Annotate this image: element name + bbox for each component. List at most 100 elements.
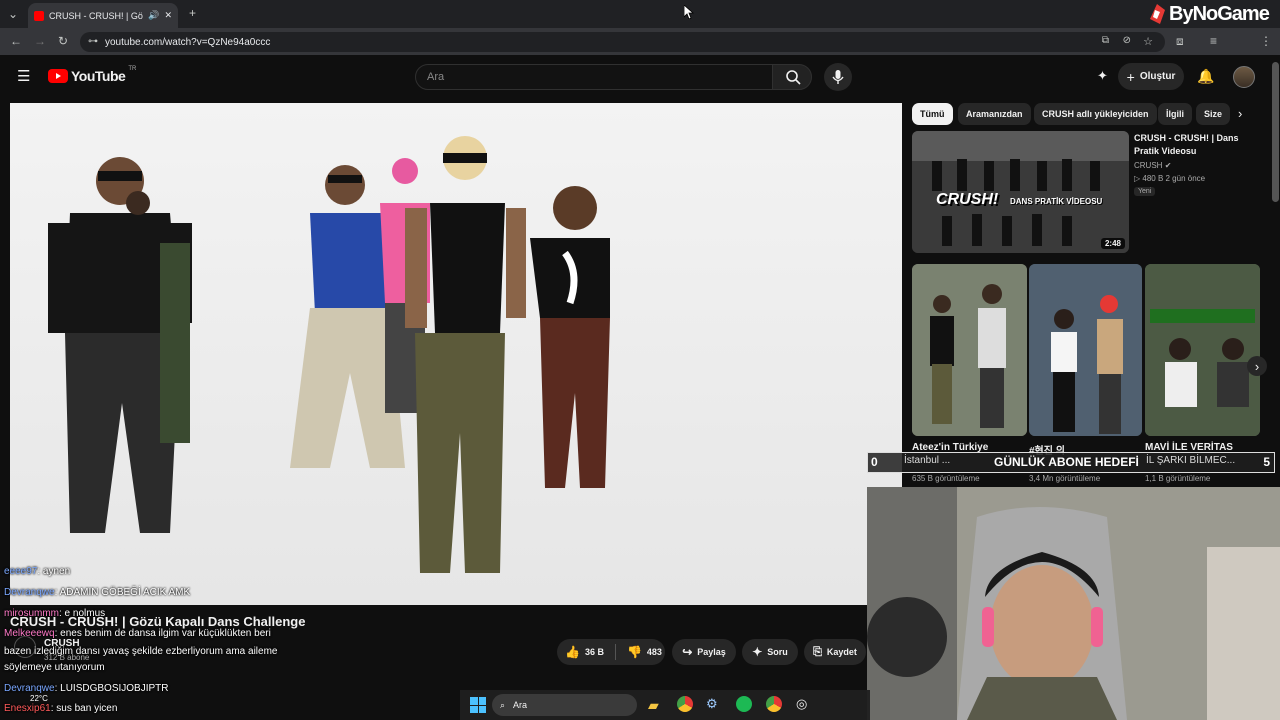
tab-close-icon[interactable]: ✕ bbox=[164, 10, 172, 21]
video-player[interactable] bbox=[10, 103, 902, 605]
notifications-bell-icon[interactable]: 🔔 bbox=[1197, 68, 1214, 85]
eye-off-icon[interactable]: ⊘ bbox=[1123, 35, 1131, 46]
chip-from-search[interactable]: Aramanızdan bbox=[958, 103, 1031, 125]
share-arrow-icon: ↪ bbox=[682, 645, 693, 659]
recommended-title-line2[interactable]: Pratik Videosu bbox=[1134, 146, 1196, 156]
short-thumbnail-3[interactable] bbox=[1145, 264, 1260, 436]
page-scrollbar[interactable] bbox=[1272, 62, 1279, 202]
hamburger-menu-icon[interactable]: ☰ bbox=[17, 69, 30, 84]
recommended-stats-text: 480 B 2 gün önce bbox=[1142, 174, 1206, 183]
chat-text: bazen izlediğim dansı yavaş şekilde ezbe… bbox=[4, 646, 278, 657]
ask-ai-icon[interactable]: ✦ bbox=[1097, 68, 1108, 84]
new-tab-icon[interactable]: + bbox=[189, 7, 196, 19]
chrome-icon[interactable] bbox=[677, 696, 693, 712]
spotify-icon[interactable] bbox=[736, 696, 752, 712]
chat-username: Devranqwe bbox=[4, 587, 55, 598]
search-icon: ⌕ bbox=[500, 699, 506, 710]
chips-next-chevron-icon[interactable]: › bbox=[1238, 106, 1242, 121]
chip-from-uploader[interactable]: CRUSH adlı yükleyiciden bbox=[1034, 103, 1157, 125]
tab-search-chevron-icon[interactable]: ⌄ bbox=[8, 8, 18, 20]
recommended-video-thumbnail[interactable]: CRUSH! DANS PRATİK VİDEOSU 2:48 bbox=[912, 131, 1129, 253]
youtube-play-logo-icon bbox=[48, 69, 68, 83]
short-views-3: 1,1 B görüntüleme bbox=[1145, 474, 1211, 483]
video-frame-dancers bbox=[10, 103, 902, 605]
windows-start-icon[interactable] bbox=[470, 697, 486, 713]
thumbnail-caption-big: CRUSH! bbox=[936, 191, 999, 208]
sparkle-icon: ✦ bbox=[752, 645, 763, 659]
youtube-logo[interactable]: YouTube TR bbox=[48, 66, 136, 84]
url-bar[interactable]: ⊶ youtube.com/watch?v=QzNe94a0ccc ☆ ⊘ ⧉ bbox=[80, 32, 1165, 52]
chat-text: : enes benim de dansa ilgim var küçüklük… bbox=[54, 628, 271, 639]
youtube-favicon-icon bbox=[34, 10, 44, 21]
back-icon[interactable]: ← bbox=[10, 35, 22, 47]
dislike-button[interactable]: 👎 483 bbox=[627, 645, 662, 659]
bookmark-icon: ⎘ bbox=[813, 645, 822, 658]
dislike-count: 483 bbox=[646, 647, 662, 657]
chip-all[interactable]: Tümü bbox=[912, 103, 953, 125]
chat-message: Devranqwe: ADAMIN GÖBEĞİ ACIK AMK bbox=[4, 587, 190, 598]
chat-message-continued: söylemeye utanıyorum bbox=[4, 662, 105, 673]
share-button[interactable]: ↪ Paylaş bbox=[672, 639, 736, 665]
video-title: CRUSH - CRUSH! | Gözü Kapalı Dans Challe… bbox=[10, 614, 306, 629]
subscriber-goal-bar: 0 İstanbul ... GÜNLÜK ABONE HEDEFİ İL ŞA… bbox=[867, 452, 1275, 473]
weather-widget[interactable]: 22°C bbox=[30, 694, 48, 703]
browser-tab[interactable]: CRUSH - CRUSH! | Gözü Ka 🔊 ✕ bbox=[28, 3, 178, 28]
short-sub-3: İL ŞARKI BİLMEC... bbox=[1146, 455, 1236, 466]
taskbar-search[interactable]: ⌕ Ara bbox=[492, 694, 637, 716]
watermark-text: ByNoGame bbox=[1169, 2, 1270, 25]
url-text: youtube.com/watch?v=QzNe94a0ccc bbox=[105, 36, 271, 48]
tab-title: CRUSH - CRUSH! | Gözü Ka bbox=[49, 10, 143, 21]
extensions-icon[interactable]: ⧈ bbox=[1176, 35, 1184, 47]
save-button[interactable]: ⎘ Kaydet bbox=[804, 639, 866, 665]
video-duration: 2:48 bbox=[1100, 238, 1125, 249]
chat-message-continued: bazen izlediğim dansı yavaş şekilde ezbe… bbox=[4, 646, 277, 657]
obs-icon[interactable]: ◎ bbox=[796, 696, 807, 712]
menu-kebab-icon[interactable]: ⋮ bbox=[1260, 35, 1272, 47]
share-label: Paylaş bbox=[697, 647, 726, 657]
chip-for-you[interactable]: Size bbox=[1196, 103, 1230, 125]
voice-search-button[interactable] bbox=[824, 63, 852, 91]
chat-username: eeee97 bbox=[4, 566, 38, 577]
site-info-icon[interactable]: ⊶ bbox=[88, 36, 98, 47]
browser-toolbar: ← → ↻ ⊶ youtube.com/watch?v=QzNe94a0ccc … bbox=[0, 28, 1280, 75]
short-thumbnail-1[interactable] bbox=[912, 264, 1027, 436]
recommended-channel-name: CRUSH bbox=[1134, 161, 1163, 170]
chrome-active-icon[interactable] bbox=[766, 696, 782, 712]
forward-icon[interactable]: → bbox=[34, 35, 46, 47]
chat-message: Devranqwe: LUISDGBOSIJOBJIPTR bbox=[4, 683, 169, 694]
chat-username: Enesxip61 bbox=[4, 703, 51, 714]
bynogame-watermark: ByNoGame bbox=[1148, 2, 1270, 26]
create-button[interactable]: + Oluştur bbox=[1118, 63, 1184, 90]
goal-target: 5 bbox=[1263, 455, 1270, 469]
goal-label: GÜNLÜK ABONE HEDEFİ bbox=[994, 455, 1139, 469]
account-avatar[interactable] bbox=[1233, 66, 1255, 88]
reload-icon[interactable]: ↻ bbox=[58, 35, 68, 47]
short-thumbnail-2[interactable] bbox=[1029, 264, 1142, 436]
file-explorer-icon[interactable]: ▰ bbox=[648, 697, 659, 714]
short-art-1 bbox=[912, 264, 1027, 436]
speaker-icon: 🔊 bbox=[148, 10, 160, 20]
search-button[interactable] bbox=[772, 64, 812, 90]
thumbnail-caption-small: DANS PRATİK VİDEOSU bbox=[1010, 197, 1103, 206]
search-input[interactable]: Ara bbox=[415, 64, 773, 90]
shorts-next-arrow-icon[interactable]: › bbox=[1247, 356, 1267, 376]
chat-message: Enesxip61: sus ban yicen bbox=[4, 703, 117, 714]
chip-related[interactable]: İlgili bbox=[1158, 103, 1192, 125]
like-button[interactable]: 👍 36 B bbox=[565, 645, 604, 659]
plus-icon: + bbox=[1126, 68, 1135, 85]
thumbs-down-icon: 👎 bbox=[626, 645, 642, 659]
media-control-icon[interactable]: ≡ bbox=[1210, 35, 1217, 47]
bookmark-star-icon[interactable]: ☆ bbox=[1143, 35, 1153, 48]
recommended-title-line1[interactable]: CRUSH - CRUSH! | Dans bbox=[1134, 133, 1239, 143]
windows-taskbar: ⌕ Ara ▰ ⚙ ◎ bbox=[460, 690, 870, 720]
recommended-channel[interactable]: CRUSH ✔ bbox=[1134, 161, 1171, 170]
ask-button[interactable]: ✦ Soru bbox=[742, 639, 798, 665]
like-dislike-group: 👍 36 B 👎 483 bbox=[557, 639, 665, 665]
goal-current: 0 bbox=[871, 455, 878, 469]
install-app-icon[interactable]: ⧉ bbox=[1102, 35, 1109, 46]
short-art-2 bbox=[1029, 264, 1142, 436]
webcam-feed bbox=[867, 487, 1280, 720]
steam-icon[interactable]: ⚙ bbox=[706, 696, 718, 712]
chat-message: Melkeeewq: enes benim de dansa ilgim var… bbox=[4, 628, 271, 639]
short-art-3 bbox=[1145, 264, 1260, 436]
